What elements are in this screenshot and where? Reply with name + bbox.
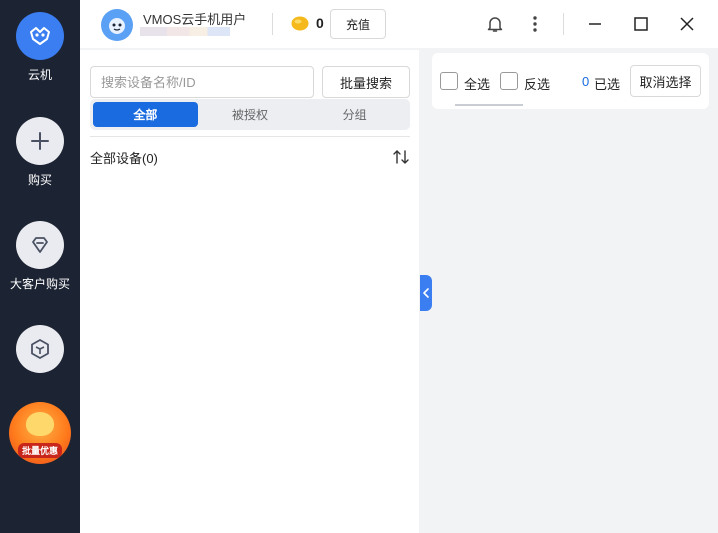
sidebar-item-cube[interactable]: [0, 325, 80, 373]
bell-icon[interactable]: [483, 12, 507, 36]
promo-badge[interactable]: 批量优惠: [9, 402, 71, 464]
selection-toolbar: 全选 反选 0 已选 取消选择: [432, 53, 709, 109]
coin-count: 0: [316, 15, 324, 31]
cancel-selection-button[interactable]: 取消选择: [630, 65, 701, 97]
collapse-panel-handle[interactable]: [420, 275, 432, 311]
selected-count: 0: [582, 74, 590, 89]
sidebar-item-buy[interactable]: 购买: [0, 117, 80, 188]
divider: [563, 13, 564, 35]
sidebar-item-enterprise-buy[interactable]: 大客户购买: [0, 221, 80, 292]
device-tabs: 全部 被授权 分组: [90, 99, 410, 130]
user-id-redacted: [140, 27, 230, 36]
invert-selection-checkbox[interactable]: [500, 72, 518, 90]
tab-all[interactable]: 全部: [93, 102, 198, 127]
divider: [90, 136, 410, 137]
promo-label: 批量优惠: [17, 443, 62, 458]
tab-authorized[interactable]: 被授权: [198, 102, 303, 127]
plus-icon: [16, 117, 64, 165]
username: VMOS云手机用户: [143, 12, 247, 27]
all-devices-label: 全部设备(0): [90, 151, 158, 166]
sidebar-item-label: 购买: [27, 173, 52, 187]
mascot-icon: [26, 412, 54, 436]
bean-coin-icon: [291, 16, 309, 31]
more-options-icon[interactable]: [523, 12, 547, 36]
chevron-left-icon: [423, 288, 429, 298]
diamond-icon: [16, 221, 64, 269]
divider: [272, 13, 273, 35]
tab-groups[interactable]: 分组: [302, 102, 407, 127]
cloud-phone-icon: [16, 12, 64, 60]
batch-search-button[interactable]: 批量搜索: [322, 66, 410, 98]
device-list-panel: 批量搜索 全部 被授权 分组 全部设备(0): [80, 50, 419, 533]
selected-label: 已选: [594, 77, 621, 92]
tab-underline: [455, 104, 523, 106]
close-icon[interactable]: [675, 12, 699, 36]
sort-icon[interactable]: [392, 149, 410, 165]
sidebar: 云机 购买 大客户购买 批量优惠: [0, 0, 80, 533]
sidebar-item-label: 云机: [27, 68, 52, 82]
invert-selection-label[interactable]: 反选: [524, 74, 550, 93]
avatar[interactable]: [101, 9, 133, 41]
mascot-avatar-icon: [109, 18, 125, 34]
top-bar: VMOS云手机用户 0 充值: [80, 0, 718, 48]
sidebar-item-label: 大客户购买: [9, 277, 70, 291]
search-input[interactable]: [90, 66, 314, 98]
sidebar-item-cloud-phone[interactable]: 云机: [0, 12, 80, 83]
select-all-label[interactable]: 全选: [464, 74, 490, 93]
minimize-icon[interactable]: [583, 12, 607, 36]
recharge-button[interactable]: 充值: [330, 9, 386, 39]
maximize-icon[interactable]: [629, 12, 653, 36]
select-all-checkbox[interactable]: [440, 72, 458, 90]
cube-icon: [16, 325, 64, 373]
